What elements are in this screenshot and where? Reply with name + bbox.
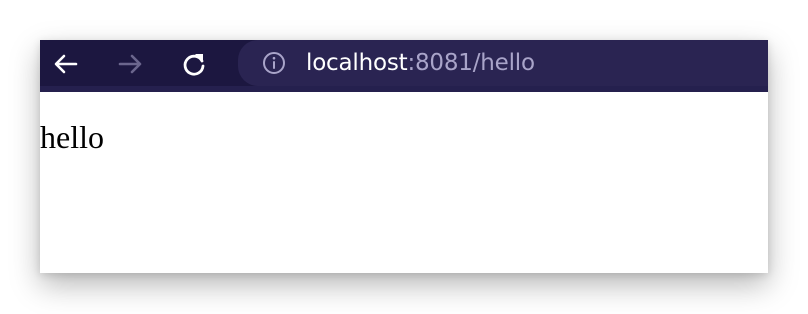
page-content: hello: [40, 98, 768, 273]
reload-button[interactable]: [176, 46, 212, 82]
url-host: localhost: [306, 50, 408, 76]
back-button[interactable]: [48, 46, 84, 82]
info-icon[interactable]: [262, 51, 286, 75]
browser-window: localhost:8081/hello hello: [40, 40, 768, 273]
arrow-left-icon: [54, 54, 78, 74]
url-path: :8081/hello: [407, 50, 535, 76]
browser-toolbar: localhost:8081/hello: [40, 40, 768, 92]
reload-icon: [183, 54, 205, 76]
forward-button[interactable]: [112, 46, 148, 82]
url-text[interactable]: localhost:8081/hello: [306, 49, 535, 77]
arrow-right-icon: [118, 54, 142, 74]
address-bar[interactable]: localhost:8081/hello: [238, 40, 768, 86]
page-body-text: hello: [40, 119, 104, 155]
